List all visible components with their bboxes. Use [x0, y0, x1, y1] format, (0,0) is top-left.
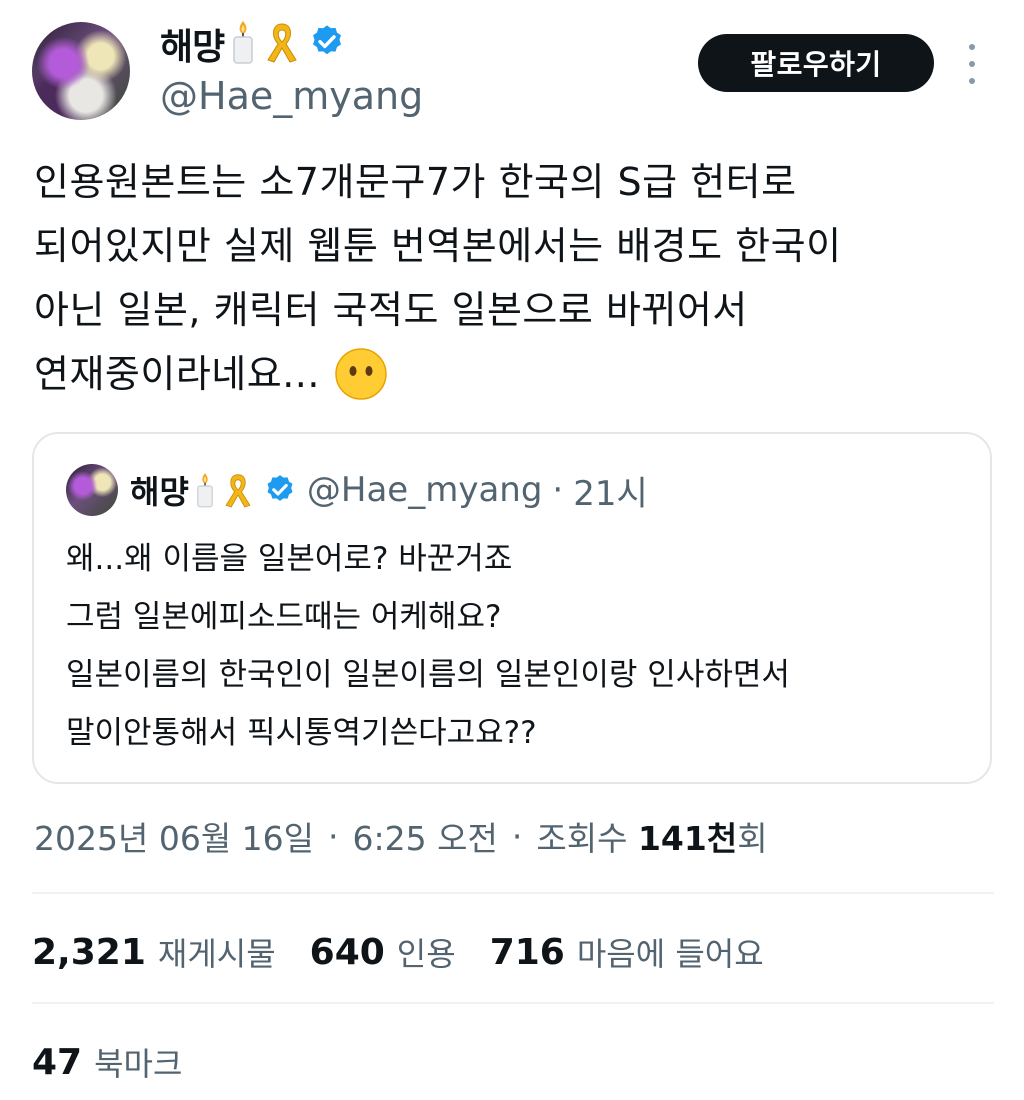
tweet-line: 인용원본트는 소7개문구7가 한국의 S급 헌터로 [34, 160, 797, 204]
author-display-name[interactable]: 해먕 [160, 18, 225, 70]
bookmarks-stat[interactable]: 47 북마크 [32, 1032, 182, 1092]
quoted-handle: @Hae_myang [306, 470, 543, 510]
more-options-icon[interactable] [960, 44, 984, 84]
separator-dot: · [552, 470, 564, 510]
quoted-display-name: 해먕 [130, 473, 189, 511]
author-avatar[interactable] [32, 22, 130, 120]
quotes-label: 인용 [396, 935, 456, 973]
tweet-line: 되어있지만 실제 웹툰 번역본에서는 배경도 한국이 [34, 224, 842, 268]
divider [32, 892, 994, 894]
separator-dot: · [328, 816, 339, 856]
quoted-timestamp: 21시 [573, 473, 648, 514]
quotes-count: 640 [309, 931, 385, 973]
no-mouth-face-emoji-icon [334, 347, 388, 401]
quoted-line: 그럼 일본에피소드때는 어케해요? [66, 599, 502, 635]
views-count: 141천 [637, 819, 738, 858]
follow-button[interactable]: 팔로우하기 [698, 34, 934, 92]
yellow-ribbon-icon [221, 471, 255, 509]
divider [32, 1002, 994, 1004]
quoted-author-avatar [66, 464, 118, 516]
tweet-line: 연재중이라네요... [34, 352, 320, 396]
quoted-tweet-text: 왜...왜 이름을 일본어로? 바꾼거죠 그럼 일본에피소드때는 어케해요? 일… [66, 530, 966, 762]
verified-badge-icon [308, 23, 346, 65]
tweet-line-last: 연재중이라네요... [34, 342, 994, 406]
author-handle[interactable]: @Hae_myang [160, 74, 423, 118]
reposts-count: 2,321 [32, 931, 146, 973]
tweet-text: 인용원본트는 소7개문구7가 한국의 S급 헌터로 되어있지만 실제 웹툰 번역… [34, 150, 994, 406]
quoted-line: 일본이름의 한국인이 일본이름의 일본인이랑 인사하면서 [66, 657, 790, 693]
views-suffix: 회 [737, 819, 768, 858]
verified-badge-icon [263, 473, 297, 507]
views[interactable]: 조회수 141천회 [536, 812, 767, 860]
candle-emoji-icon [228, 19, 258, 69]
separator-dot: · [511, 816, 523, 856]
quoted-line: 왜...왜 이름을 일본어로? 바꾼거죠 [66, 541, 513, 577]
bookmarks-count: 47 [32, 1041, 83, 1083]
tweet-meta: 2025년 06월 16일 · 6:25 오전 · 조회수 141천회 [34, 808, 768, 864]
yellow-ribbon-icon [262, 20, 302, 68]
quoted-tweet-card[interactable]: 해먕 @Hae_myang · 21시 왜...왜 이름을 일본어로? 바꾼거죠 [32, 432, 992, 784]
likes-count: 716 [489, 931, 565, 973]
author-name-row: 해먕 [160, 18, 346, 70]
quotes-stat[interactable]: 640 인용 [310, 929, 456, 975]
post-time[interactable]: 6:25 오전 [353, 812, 498, 860]
bookmarks-label: 북마크 [94, 1045, 183, 1083]
likes-label: 마음에 들어요 [576, 935, 764, 973]
reposts-label: 재게시물 [157, 935, 276, 973]
quoted-tweet-header: 해먕 @Hae_myang · 21시 [130, 460, 648, 520]
candle-emoji-icon [193, 471, 217, 509]
engagement-stats: 2,321 재게시물 640 인용 716 마음에 들어요 [32, 922, 798, 982]
post-date[interactable]: 2025년 06월 16일 [34, 812, 314, 860]
quoted-line: 말이안통해서 픽시통역기쓴다고요?? [66, 715, 537, 751]
reposts-stat[interactable]: 2,321 재게시물 [32, 929, 276, 975]
tweet-line: 아닌 일본, 캐릭터 국적도 일본으로 바뀌어서 [34, 288, 748, 332]
views-label: 조회수 [536, 819, 628, 858]
likes-stat[interactable]: 716 마음에 들어요 [490, 929, 764, 975]
